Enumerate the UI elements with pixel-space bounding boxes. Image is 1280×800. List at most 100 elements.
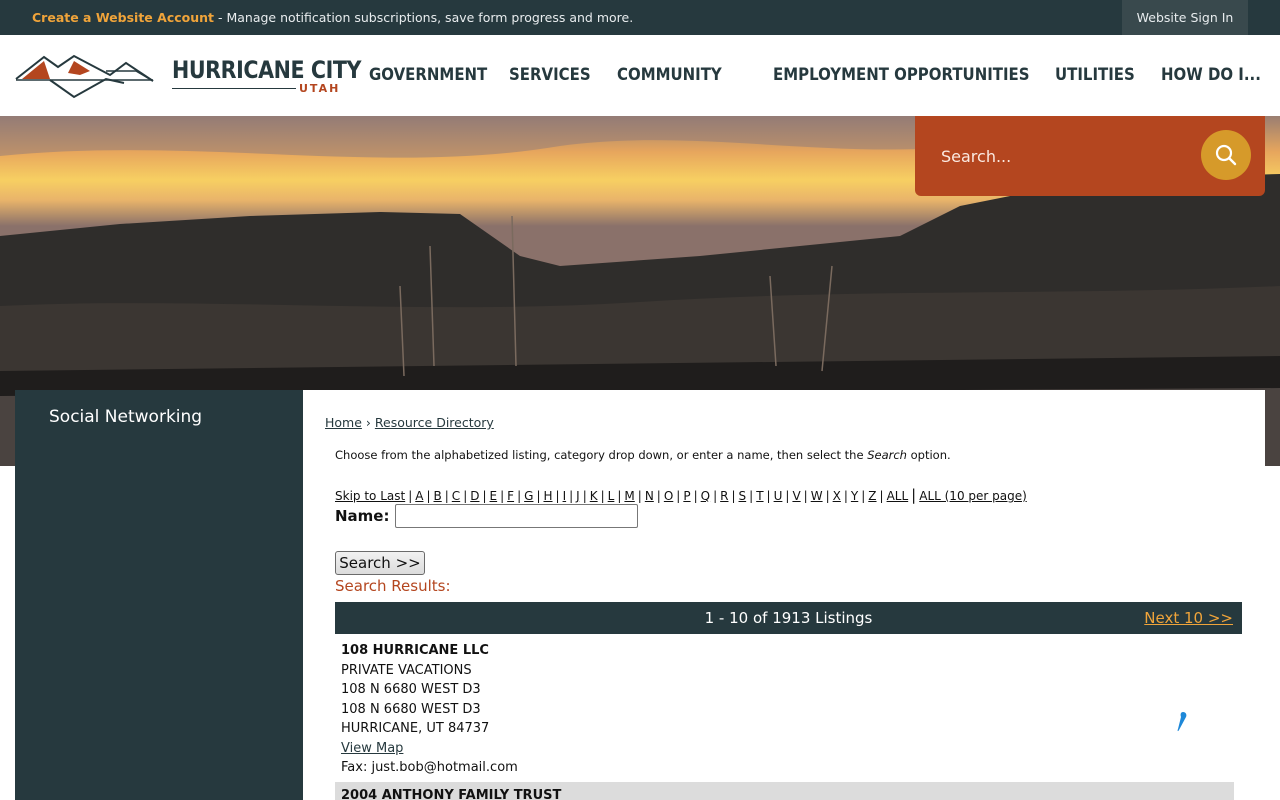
alpha-separator: | [500, 489, 505, 503]
alpha-separator: | [482, 489, 487, 503]
account-message: Create a Website Account - Manage notifi… [32, 10, 633, 25]
alpha-letter-j[interactable]: J [576, 489, 580, 503]
map-pin-icon[interactable] [1176, 711, 1188, 733]
alpha-separator: | [731, 489, 736, 503]
nav-government[interactable]: GOVERNMENT [369, 35, 487, 116]
listing-address-line-2: 108 N 6680 WEST D3 [341, 701, 481, 717]
alpha-letter-e[interactable]: E [490, 489, 498, 503]
sidebar: Social Networking [15, 390, 303, 800]
alpha-separator: | [676, 489, 681, 503]
alpha-separator: | [600, 489, 605, 503]
site-header: HURRICANE CITY UTAH GOVERNMENT SERVICES … [0, 35, 1280, 116]
alpha-letter-i[interactable]: I [563, 489, 567, 503]
name-label: Name: [335, 507, 390, 525]
alpha-separator: | [582, 489, 587, 503]
alpha-letter-x[interactable]: X [833, 489, 841, 503]
listing-item: 108 HURRICANE LLC PRIVATE VACATIONS 108 … [341, 641, 518, 778]
main-content: Home › Resource Directory Choose from th… [303, 390, 1265, 800]
nav-employment-opportunities[interactable]: EMPLOYMENT OPPORTUNITIES [773, 35, 1030, 116]
site-search-panel [915, 116, 1265, 196]
alpha-separator: | [879, 489, 884, 503]
logo-divider [172, 88, 296, 89]
site-search-button[interactable] [1201, 130, 1251, 180]
listing-city-state-zip: HURRICANE, UT 84737 [341, 721, 490, 736]
site-search-input[interactable] [941, 141, 1191, 171]
logo-city-name: HURRICANE CITY [172, 56, 362, 84]
alpha-letter-n[interactable]: N [645, 489, 654, 503]
alpha-letter-y[interactable]: Y [851, 489, 858, 503]
alpha-letter-a[interactable]: A [415, 489, 423, 503]
nav-utilities[interactable]: UTILITIES [1055, 35, 1135, 116]
alpha-separator: | [843, 489, 848, 503]
alpha-separator: | [463, 489, 468, 503]
nav-community[interactable]: COMMUNITY [617, 35, 722, 116]
instructions-text: Choose from the alphabetized listing, ca… [335, 448, 951, 462]
listing-address-line-1: 108 N 6680 WEST D3 [341, 682, 481, 697]
alpha-letter-z[interactable]: Z [868, 489, 876, 503]
alpha-letter-f[interactable]: F [507, 489, 514, 503]
alpha-separator: | [408, 489, 413, 503]
listing-name: 108 HURRICANE LLC [341, 643, 489, 658]
account-message-text: - Manage notification subscriptions, sav… [214, 10, 634, 25]
alpha-letter-u[interactable]: U [774, 489, 783, 503]
alpha-separator: | [911, 486, 917, 504]
site-logo[interactable]: HURRICANE CITY UTAH [14, 53, 361, 103]
instructions-after: option. [906, 448, 951, 462]
alpha-separator: | [825, 489, 830, 503]
name-search-input[interactable] [395, 504, 638, 528]
alpha-separator: | [444, 489, 449, 503]
alpha-letter-v[interactable]: V [792, 489, 800, 503]
view-map-link[interactable]: View Map [341, 741, 403, 756]
alpha-letter-k[interactable]: K [590, 489, 598, 503]
alpha-letter-g[interactable]: G [524, 489, 533, 503]
alpha-separator: | [617, 489, 622, 503]
instructions-emphasis: Search [867, 448, 907, 462]
alpha-letter-o[interactable]: O [664, 489, 673, 503]
alpha-letter-t[interactable]: T [756, 489, 763, 503]
nav-services[interactable]: SERVICES [509, 35, 591, 116]
alpha-letter-c[interactable]: C [452, 489, 460, 503]
alpha-separator: | [555, 489, 560, 503]
search-icon [1215, 144, 1237, 166]
alpha-separator: | [713, 489, 718, 503]
results-header-bar: 1 - 10 of 1913 Listings Next 10 >> [335, 602, 1242, 634]
alpha-letter-h[interactable]: H [543, 489, 552, 503]
alpha-letter-all[interactable]: ALL [887, 489, 909, 503]
alpha-separator: | [569, 489, 574, 503]
create-account-link[interactable]: Create a Website Account [32, 10, 214, 25]
alpha-letter-b[interactable]: B [434, 489, 442, 503]
alpha-separator: | [749, 489, 754, 503]
directory-search-button[interactable]: Search >> [335, 551, 425, 575]
alpha-all-per-page[interactable]: ALL (10 per page) [919, 489, 1027, 503]
nav-how-do-i[interactable]: HOW DO I... [1161, 35, 1261, 116]
alpha-separator: | [766, 489, 771, 503]
alpha-separator: | [693, 489, 698, 503]
alpha-letter-m[interactable]: M [624, 489, 634, 503]
listing-name: 2004 ANTHONY FAMILY TRUST [341, 788, 562, 800]
breadcrumb-home[interactable]: Home [325, 415, 362, 430]
listing-dba: PRIVATE VACATIONS [341, 662, 472, 678]
sidebar-item-social-networking[interactable]: Social Networking [49, 407, 202, 427]
alpha-letter-p[interactable]: P [683, 489, 690, 503]
alpha-letter-s[interactable]: S [739, 489, 747, 503]
listing-fax: Fax: just.bob@hotmail.com [341, 760, 518, 775]
alpha-letter-l[interactable]: L [608, 489, 615, 503]
top-utility-bar: Create a Website Account - Manage notifi… [0, 0, 1280, 35]
website-sign-in-button[interactable]: Website Sign In [1122, 0, 1248, 35]
alpha-letter-d[interactable]: D [470, 489, 479, 503]
alpha-separator: | [517, 489, 522, 503]
breadcrumb: Home › Resource Directory [325, 415, 494, 430]
alpha-letter-q[interactable]: Q [701, 489, 710, 503]
breadcrumb-resource-directory[interactable]: Resource Directory [375, 415, 494, 430]
alpha-separator: | [656, 489, 661, 503]
alpha-letter-r[interactable]: R [720, 489, 728, 503]
search-results-heading: Search Results: [335, 577, 451, 595]
alpha-skip-to-last[interactable]: Skip to Last [335, 489, 405, 503]
logo-state: UTAH [299, 82, 341, 95]
alpha-separator: | [861, 489, 866, 503]
alpha-letter-w[interactable]: W [811, 489, 823, 503]
listing-item: 2004 ANTHONY FAMILY TRUST [335, 782, 1234, 800]
alpha-separator: | [785, 489, 790, 503]
alpha-separator: | [803, 489, 808, 503]
next-page-link[interactable]: Next 10 >> [1144, 609, 1233, 627]
